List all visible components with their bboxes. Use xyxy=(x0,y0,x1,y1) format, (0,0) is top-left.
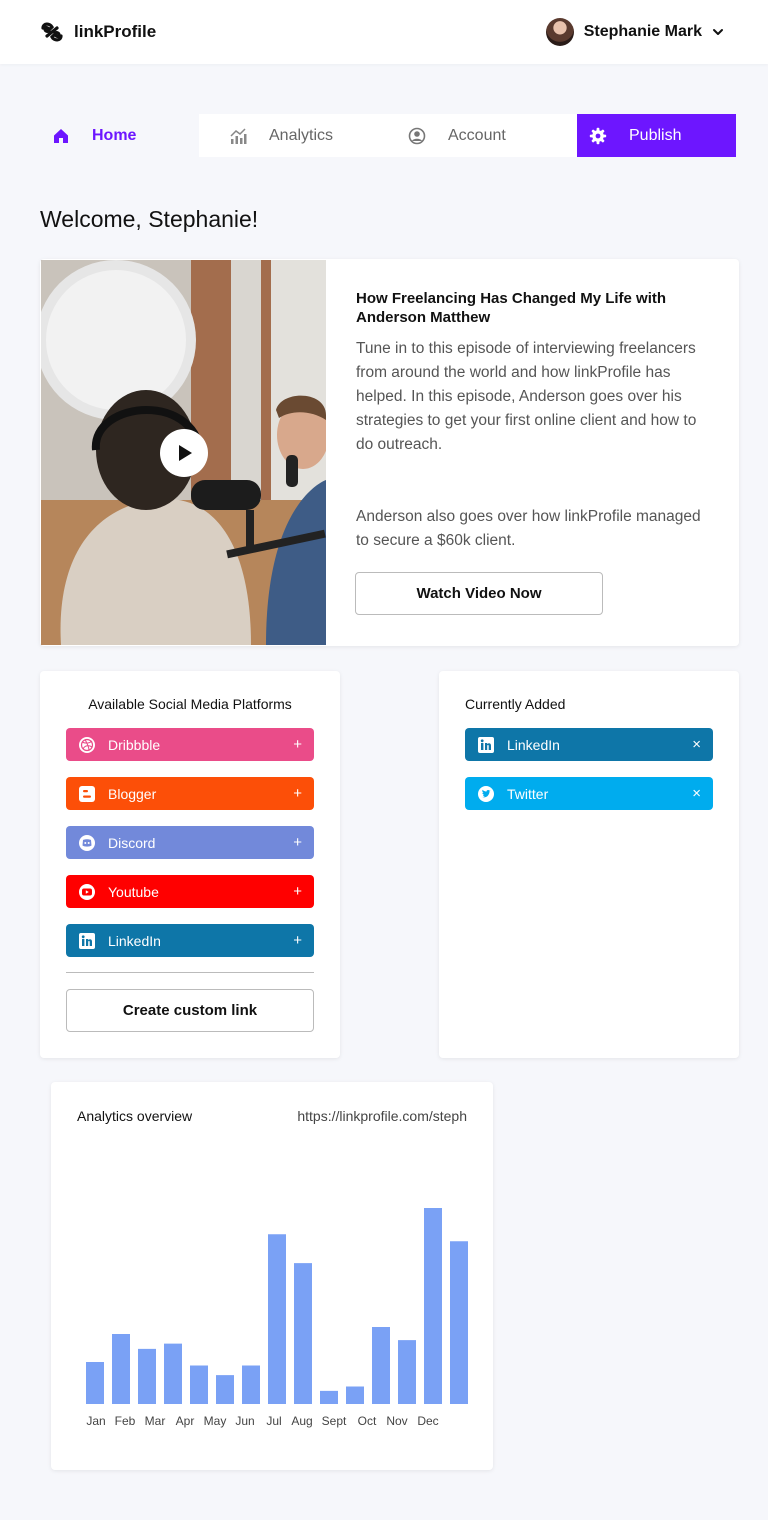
analytics-icon xyxy=(230,127,247,144)
platform-label: Discord xyxy=(108,834,156,851)
x-tick-label: Jun xyxy=(235,1414,254,1428)
create-custom-link-button[interactable]: Create custom link xyxy=(66,989,314,1032)
linkedin-icon xyxy=(78,932,96,950)
chart-bar xyxy=(164,1343,182,1404)
analytics-overview-panel: Analytics overview https://linkprofile.c… xyxy=(51,1082,493,1470)
home-icon xyxy=(54,128,68,143)
x-tick-label: Jul xyxy=(266,1414,281,1428)
tab-label: Publish xyxy=(629,126,682,144)
gear-icon xyxy=(589,127,607,144)
chart-bar xyxy=(86,1362,104,1404)
episode-description: Tune in to this episode of interviewing … xyxy=(356,340,697,453)
episode-description-2: Anderson also goes over how linkProfile … xyxy=(356,508,701,549)
platform-label: Twitter xyxy=(507,785,549,802)
avatar xyxy=(545,18,574,46)
chart-bar xyxy=(372,1327,390,1404)
added-linkedin[interactable]: LinkedIn × xyxy=(465,728,713,761)
divider xyxy=(66,972,314,973)
x-tick-label: Feb xyxy=(115,1414,136,1428)
analytics-bar-chart: Jan Feb Mar Apr May Jun Jul Aug Sept Oct Nov Dec xyxy=(86,1208,468,1428)
top-bar: linkProfile Stephanie Mark xyxy=(0,0,768,64)
chart-bar xyxy=(268,1234,286,1404)
dribbble-icon xyxy=(78,736,96,754)
episode-title: How Freelancing Has Changed My Life with… xyxy=(356,290,667,326)
tab-label: Analytics xyxy=(269,126,334,144)
chart-bar xyxy=(450,1241,468,1404)
x-tick-label: May xyxy=(204,1414,227,1428)
platform-blogger[interactable]: Blogger + xyxy=(66,777,314,810)
tab-analytics[interactable]: Analytics xyxy=(199,114,378,157)
platform-discord[interactable]: Discord + xyxy=(66,826,314,859)
play-button[interactable] xyxy=(160,429,208,477)
platform-linkedin[interactable]: LinkedIn + xyxy=(66,924,314,957)
add-icon[interactable]: + xyxy=(293,785,302,802)
panel-title: Currently Added xyxy=(465,696,566,712)
chart-bar xyxy=(112,1334,130,1404)
x-tick-label: Sept xyxy=(322,1414,347,1428)
tab-label: Account xyxy=(448,126,506,144)
platform-youtube[interactable]: Youtube + xyxy=(66,875,314,908)
platform-label: LinkedIn xyxy=(507,736,560,753)
brand-name: linkProfile xyxy=(74,22,157,41)
chevron-down-icon xyxy=(713,29,723,35)
chart-bar xyxy=(242,1365,260,1404)
panel-title: Available Social Media Platforms xyxy=(88,696,292,712)
currently-added-panel: Currently Added LinkedIn × Twitter × xyxy=(439,671,739,1058)
add-icon[interactable]: + xyxy=(293,736,302,753)
twitter-icon xyxy=(477,785,495,803)
x-tick-label: Dec xyxy=(417,1414,438,1428)
tab-account[interactable]: Account xyxy=(378,114,577,157)
blogger-icon xyxy=(78,785,96,803)
add-icon[interactable]: + xyxy=(293,932,302,949)
tab-publish[interactable]: Publish xyxy=(577,114,736,157)
x-tick-label: Nov xyxy=(386,1414,407,1428)
remove-icon[interactable]: × xyxy=(692,785,701,802)
chart-bar xyxy=(424,1208,442,1404)
link-logo-icon xyxy=(41,22,63,42)
platform-label: Youtube xyxy=(108,883,159,900)
linkedin-icon xyxy=(477,736,495,754)
chart-bar xyxy=(138,1348,156,1404)
x-tick-label: Mar xyxy=(145,1414,166,1428)
chart-bar xyxy=(216,1375,234,1404)
platform-label: LinkedIn xyxy=(108,932,161,949)
main-tabs: Home Analytics Account Publish xyxy=(40,114,736,157)
account-icon xyxy=(408,127,426,144)
chart-bar xyxy=(398,1340,416,1404)
tab-home[interactable]: Home xyxy=(40,114,199,157)
add-icon[interactable]: + xyxy=(293,834,302,851)
chart-bar xyxy=(346,1386,364,1404)
youtube-icon xyxy=(78,883,96,901)
play-icon xyxy=(179,445,192,461)
tab-label: Home xyxy=(92,126,137,144)
x-tick-label: Aug xyxy=(291,1414,312,1428)
platform-dribbble[interactable]: Dribbble + xyxy=(66,728,314,761)
watch-video-button[interactable]: Watch Video Now xyxy=(355,572,603,615)
platform-label: Blogger xyxy=(108,785,157,802)
page-title: Welcome, Stephanie! xyxy=(40,206,259,232)
add-icon[interactable]: + xyxy=(293,883,302,900)
user-name: Stephanie Mark xyxy=(583,23,702,40)
chart-bar xyxy=(320,1390,338,1404)
remove-icon[interactable]: × xyxy=(692,736,701,753)
discord-icon xyxy=(78,834,96,852)
x-tick-label: Oct xyxy=(358,1414,377,1428)
available-platforms-panel: Available Social Media Platforms Dribbbl… xyxy=(40,671,340,1058)
video-thumbnail[interactable] xyxy=(41,260,326,645)
chart-bar xyxy=(190,1365,208,1404)
platform-label: Dribbble xyxy=(108,736,161,753)
episode-card: How Freelancing Has Changed My Life with… xyxy=(40,259,739,646)
added-twitter[interactable]: Twitter × xyxy=(465,777,713,810)
chart-bar xyxy=(294,1263,312,1404)
brand-logo[interactable]: linkProfile xyxy=(40,20,156,44)
x-tick-label: Apr xyxy=(176,1414,195,1428)
user-menu[interactable]: Stephanie Mark xyxy=(545,18,724,46)
x-tick-label: Jan xyxy=(86,1414,105,1428)
